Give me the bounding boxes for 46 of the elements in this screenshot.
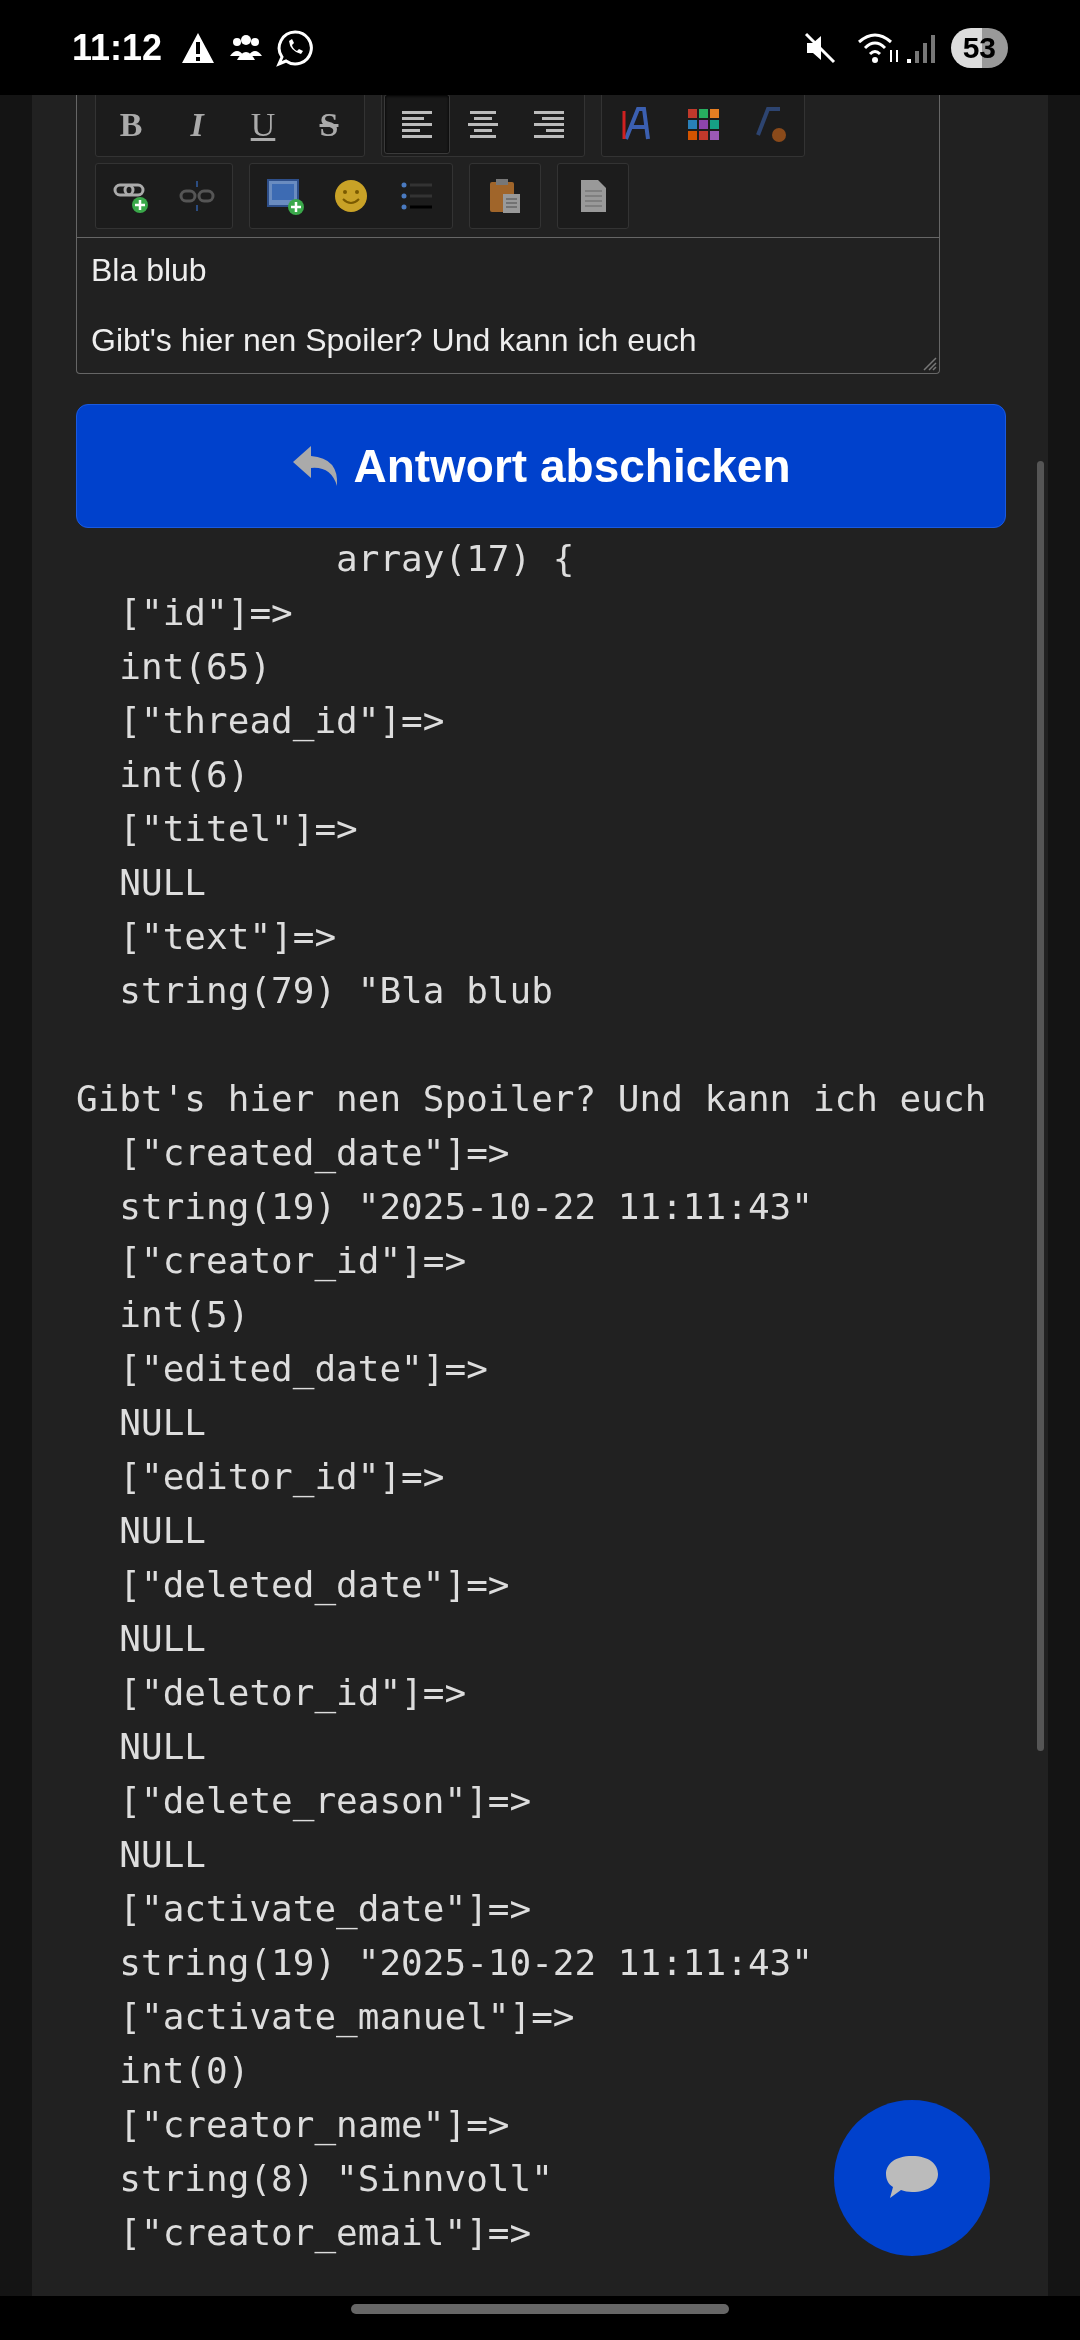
italic-button[interactable]: I [164, 95, 230, 154]
smiley-icon [332, 177, 370, 215]
code-line: NULL [118, 1725, 207, 1769]
image-icon [266, 177, 304, 215]
text-line: Bla blub [91, 251, 208, 290]
battery-level: 53 [950, 27, 1008, 68]
code-line: ["creator_name"]=> [118, 2103, 510, 2148]
align-left-button[interactable] [384, 95, 450, 154]
people-icon [228, 33, 265, 62]
code-line: ["creator_email"]=> [118, 2211, 532, 2256]
strike-button[interactable]: S [296, 95, 362, 154]
code-line: ["delete_reason"]=> [118, 1779, 532, 1824]
submit-button[interactable]: Antwort abschicken [76, 404, 1006, 528]
code-line: NULL [118, 1617, 207, 1661]
chat-bubble-icon [276, 28, 315, 67]
code-line: ["id"]=> [118, 591, 293, 635]
code-line: NULL [118, 1401, 207, 1445]
code-line: int(6) [118, 753, 250, 797]
code-line: ["thread_id"]=> [118, 699, 445, 744]
code-line: int(5) [118, 1293, 250, 1337]
resize-handle-icon [921, 355, 937, 371]
code-line: NULL [118, 861, 207, 905]
code-line: ["deleted_date"]=> [118, 1563, 510, 1608]
code-line: int(0) [118, 2049, 250, 2093]
code-line: ["activate_manuel"]=> [118, 1995, 575, 2040]
code-line: ["editor_id"]=> [118, 1455, 445, 1500]
code-line: ["edited_date"]=> [118, 1347, 488, 1392]
code-line: ["creator_id"]=> [118, 1239, 467, 1284]
code-line: ["titel"]=> [118, 807, 358, 851]
text-line: Gibt's hier nen Spoiler? Und kann ich euch [91, 321, 698, 360]
code-line: string(19) "2025-10-22 11:11:43" [118, 1941, 813, 1985]
code-line: ["activate_date"]=> [118, 1887, 532, 1932]
mute-icon [802, 30, 837, 65]
code-line: ["deletor_id"]=> [118, 1671, 467, 1716]
code-line: array(17) { [335, 537, 575, 581]
code-line: ["text"]=> [118, 915, 337, 959]
code-line: int(65) [118, 645, 272, 689]
code-line: string(19) "2025-10-22 11:11:43" [118, 1185, 813, 1229]
code-line: ["created_date"]=> [118, 1131, 510, 1176]
code-line: string(8) "Sinnvoll" [118, 2157, 553, 2201]
code-line: NULL [118, 1509, 207, 1553]
underline-button[interactable]: U [230, 95, 296, 154]
text-area[interactable]: Bla blub Gibt's hier nen Spoiler? Und kann ich euch [77, 237, 939, 373]
code-line: NULL [118, 1833, 207, 1877]
bold-button[interactable]: B [98, 95, 164, 154]
clock: 11:12 [72, 25, 163, 70]
